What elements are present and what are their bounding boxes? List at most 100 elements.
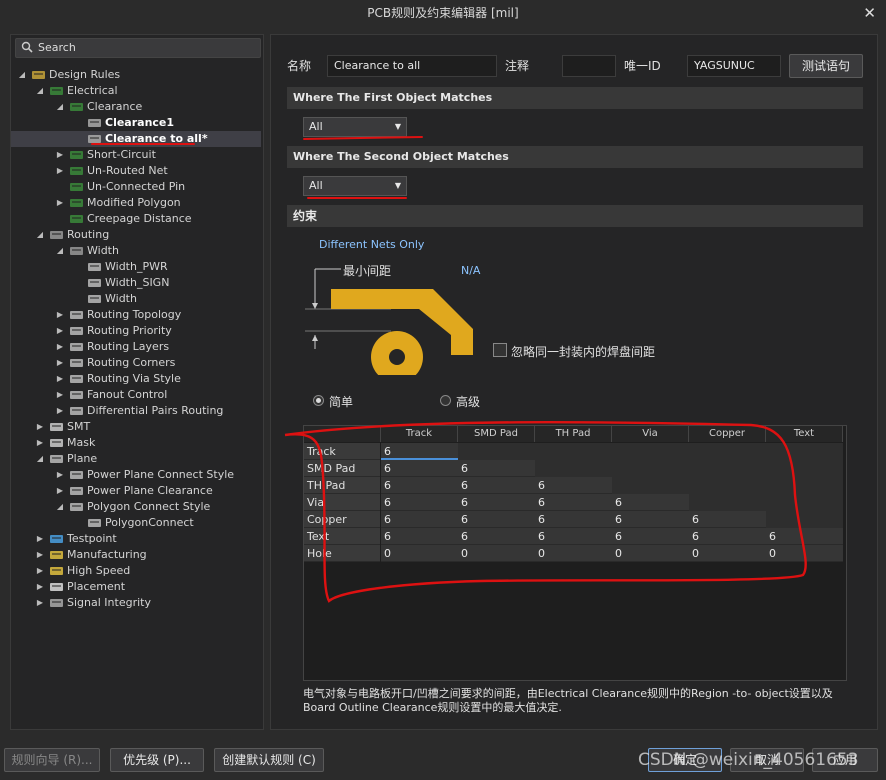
net-scope-label[interactable]: Different Nets Only [319, 238, 424, 251]
chevron-down-icon: ▼ [394, 122, 401, 131]
tree-item[interactable]: ◢ Plane [11, 451, 261, 467]
tree-item-label: Width [105, 292, 137, 305]
width-rule-icon [87, 276, 102, 289]
collapse-arrow-icon[interactable]: ◢ [55, 99, 65, 115]
tree-item[interactable]: ▶ Un-Routed Net [11, 163, 261, 179]
constraint-note: 电气对象与电路板开口/凹槽之间要求的间距，由Electrical Clearan… [303, 687, 833, 714]
mode-simple-label: 简单 [329, 395, 354, 409]
collapse-arrow-icon[interactable]: ◢ [55, 499, 65, 515]
name-field[interactable]: Clearance to all [327, 55, 497, 77]
collapse-arrow-icon[interactable]: ◢ [35, 227, 45, 243]
tree-item[interactable]: ▶ Modified Polygon [11, 195, 261, 211]
tree-item-label: Electrical [67, 84, 118, 97]
expand-arrow-icon[interactable]: ▶ [55, 403, 65, 419]
routing-rule-icon [69, 324, 84, 337]
tree-item[interactable]: Creepage Distance [11, 211, 261, 227]
unconnected-pin-icon [69, 180, 84, 193]
tree-item-label: PolygonConnect [105, 516, 194, 529]
collapse-arrow-icon[interactable]: ◢ [35, 83, 45, 99]
expand-arrow-icon[interactable]: ▶ [55, 307, 65, 323]
tree-item[interactable]: ▶ Mask [11, 435, 261, 451]
mode-simple-radio[interactable] [313, 395, 324, 406]
expand-arrow-icon[interactable]: ▶ [35, 547, 45, 563]
expand-arrow-icon[interactable]: ▶ [35, 595, 45, 611]
tree-item-label: Routing Topology [87, 308, 182, 321]
search-placeholder: Search [38, 41, 76, 54]
tree-item[interactable]: ▶ Power Plane Connect Style [11, 467, 261, 483]
tree-item[interactable]: ▶ Manufacturing [11, 547, 261, 563]
tree-item[interactable]: Clearance1 [11, 115, 261, 131]
tree-item[interactable]: Width [11, 291, 261, 307]
mode-advanced-radio[interactable] [440, 395, 451, 406]
first-match-dropdown[interactable]: All ▼ [303, 117, 407, 137]
expand-arrow-icon[interactable]: ▶ [55, 355, 65, 371]
tree-item[interactable]: ◢ Polygon Connect Style [11, 499, 261, 515]
tree-item[interactable]: ◢ Clearance [11, 99, 261, 115]
priority-button[interactable]: 优先级 (P)... [110, 748, 204, 772]
tree-item[interactable]: ◢ Design Rules [11, 67, 261, 83]
manufacturing-icon [49, 548, 64, 561]
tree-item-label: Mask [67, 436, 96, 449]
test-query-button[interactable]: 测试语句 [789, 54, 863, 78]
modified-polygon-icon [69, 196, 84, 209]
uid-field[interactable]: YAGSUNUC [687, 55, 781, 77]
tree-item[interactable]: ▶ Routing Corners [11, 355, 261, 371]
signal-integrity-icon [49, 596, 64, 609]
comment-field[interactable] [562, 55, 616, 77]
tree-item-label: Routing Priority [87, 324, 172, 337]
ignore-pad-checkbox[interactable] [493, 343, 507, 357]
tree-item[interactable]: ▶ Short-Circuit [11, 147, 261, 163]
tree-item[interactable]: ▶ Signal Integrity [11, 595, 261, 611]
tree-item[interactable]: ▶ High Speed [11, 563, 261, 579]
tree-item[interactable]: ◢ Electrical [11, 83, 261, 99]
close-icon[interactable]: ✕ [863, 0, 876, 26]
expand-arrow-icon[interactable]: ▶ [35, 419, 45, 435]
tree-item-label: Polygon Connect Style [87, 500, 211, 513]
expand-arrow-icon[interactable]: ▶ [55, 323, 65, 339]
tree-item[interactable]: ▶ Fanout Control [11, 387, 261, 403]
design-rules-icon [31, 68, 46, 81]
tree-item[interactable]: Width_SIGN [11, 275, 261, 291]
create-default-rules-button[interactable]: 创建默认规则 (C) [214, 748, 324, 772]
tree-item-label: Un-Connected Pin [87, 180, 186, 193]
tree-item[interactable]: ▶ Routing Layers [11, 339, 261, 355]
rule-wizard-button[interactable]: 规则向导 (R)... [4, 748, 100, 772]
tree-item-label: Power Plane Clearance [87, 484, 213, 497]
expand-arrow-icon[interactable]: ▶ [35, 435, 45, 451]
tree-item[interactable]: Width_PWR [11, 259, 261, 275]
expand-arrow-icon[interactable]: ▶ [55, 371, 65, 387]
collapse-arrow-icon[interactable]: ◢ [55, 243, 65, 259]
search-input[interactable]: Search [15, 38, 261, 58]
expand-arrow-icon[interactable]: ▶ [35, 579, 45, 595]
tree-item[interactable]: Un-Connected Pin [11, 179, 261, 195]
tree-item[interactable]: ▶ Power Plane Clearance [11, 483, 261, 499]
tree-item[interactable]: ▶ Routing Via Style [11, 371, 261, 387]
expand-arrow-icon[interactable]: ▶ [55, 339, 65, 355]
tree-item[interactable]: ▶ Testpoint [11, 531, 261, 547]
expand-arrow-icon[interactable]: ▶ [55, 467, 65, 483]
expand-arrow-icon[interactable]: ▶ [55, 147, 65, 163]
expand-arrow-icon[interactable]: ▶ [55, 195, 65, 211]
clearance-diagram [305, 268, 473, 375]
tree-item[interactable]: ▶ Routing Priority [11, 323, 261, 339]
collapse-arrow-icon[interactable]: ◢ [17, 67, 27, 83]
expand-arrow-icon[interactable]: ▶ [55, 163, 65, 179]
expand-arrow-icon[interactable]: ▶ [35, 531, 45, 547]
watermark-text: CSDN @weixin_40561653 [638, 750, 859, 770]
second-match-dropdown[interactable]: All ▼ [303, 176, 407, 196]
tree-item[interactable]: ◢ Routing [11, 227, 261, 243]
collapse-arrow-icon[interactable]: ◢ [35, 451, 45, 467]
tree-item-label: Fanout Control [87, 388, 168, 401]
expand-arrow-icon[interactable]: ▶ [55, 387, 65, 403]
expand-arrow-icon[interactable]: ▶ [35, 563, 45, 579]
tree-item[interactable]: ▶ Routing Topology [11, 307, 261, 323]
tree-item[interactable]: ▶ Differential Pairs Routing [11, 403, 261, 419]
tree-item[interactable]: PolygonConnect [11, 515, 261, 531]
tree-item-label: Clearance [87, 100, 143, 113]
first-match-header: Where The First Object Matches [287, 87, 863, 109]
tree-item[interactable]: ▶ Placement [11, 579, 261, 595]
tree-item[interactable]: ▶ SMT [11, 419, 261, 435]
red-annotation-underline [91, 143, 195, 145]
expand-arrow-icon[interactable]: ▶ [55, 483, 65, 499]
tree-item[interactable]: ◢ Width [11, 243, 261, 259]
